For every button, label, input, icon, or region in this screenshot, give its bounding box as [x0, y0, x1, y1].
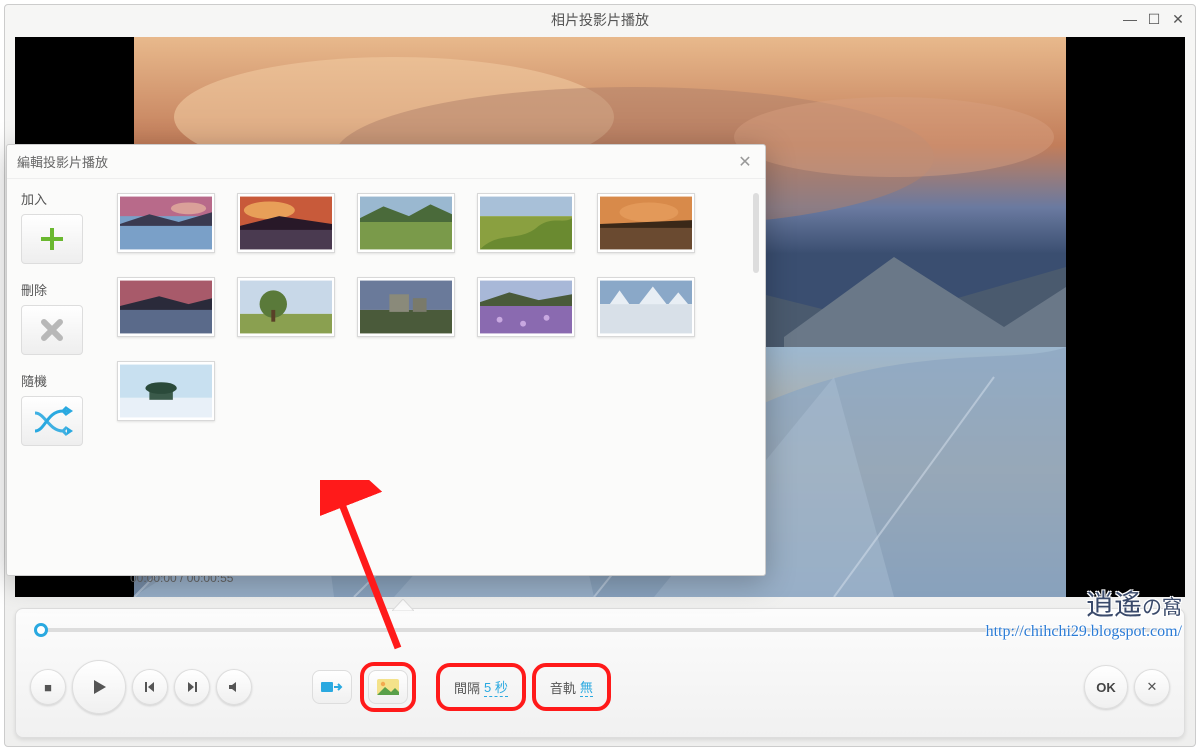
prev-button[interactable] — [132, 669, 168, 705]
highlight-interval: 間隔 5 秒 — [436, 663, 526, 711]
cancel-button[interactable]: ✕ — [1134, 669, 1170, 705]
minimize-button[interactable]: — — [1121, 10, 1139, 28]
ok-button[interactable]: OK — [1084, 665, 1128, 709]
stop-button[interactable]: ■ — [30, 669, 66, 705]
close-button[interactable]: ✕ — [1169, 10, 1187, 28]
interval-option[interactable]: 間隔 5 秒 — [444, 671, 518, 703]
highlight-edit — [360, 662, 416, 712]
export-button[interactable] — [312, 670, 352, 704]
shuffle-label: 隨機 — [21, 371, 107, 390]
add-button[interactable] — [21, 214, 83, 264]
audio-option[interactable]: 音軌 無 — [540, 671, 603, 703]
window-controls: — ☐ ✕ — [1121, 10, 1187, 28]
interval-value[interactable]: 5 秒 — [484, 677, 508, 697]
thumbnail[interactable] — [357, 277, 455, 337]
shuffle-button[interactable] — [21, 396, 83, 446]
thumbnail[interactable] — [597, 193, 695, 253]
playback-buttons: ■ — [30, 660, 252, 714]
thumbnail[interactable] — [357, 193, 455, 253]
audio-label: 音軌 — [550, 678, 576, 697]
delete-button[interactable] — [21, 305, 83, 355]
highlight-audio: 音軌 無 — [532, 663, 611, 711]
seek-thumb[interactable] — [34, 623, 48, 637]
dialog-title: 編輯投影片播放 — [17, 152, 108, 171]
next-button[interactable] — [174, 669, 210, 705]
seek-track — [36, 628, 1164, 632]
add-label: 加入 — [21, 189, 107, 208]
titlebar: 相片投影片播放 — ☐ ✕ — [5, 5, 1195, 35]
control-bar: 00:00:00 / 00:00:55 ■ — [15, 608, 1185, 738]
maximize-button[interactable]: ☐ — [1145, 10, 1163, 28]
volume-button[interactable] — [216, 669, 252, 705]
dialog-close-button[interactable]: ✕ — [735, 152, 755, 172]
thumbnail[interactable] — [237, 277, 335, 337]
audio-value[interactable]: 無 — [580, 677, 593, 697]
dialog-scrollbar[interactable] — [745, 179, 765, 575]
delete-label: 刪除 — [21, 280, 107, 299]
dialog-sidebar: 加入 刪除 隨機 — [7, 179, 107, 575]
thumbnail[interactable] — [117, 193, 215, 253]
thumbnail[interactable] — [237, 193, 335, 253]
seek-bar[interactable] — [30, 621, 1170, 639]
dialog-titlebar: 編輯投影片播放 ✕ — [7, 145, 765, 179]
edit-dialog: 編輯投影片播放 ✕ 加入 刪除 隨機 — [6, 144, 766, 576]
thumbnail[interactable] — [477, 193, 575, 253]
thumbnail[interactable] — [597, 277, 695, 337]
window-title: 相片投影片播放 — [551, 10, 649, 30]
thumbnail[interactable] — [117, 361, 215, 421]
interval-label: 間隔 — [454, 678, 480, 697]
scrollbar-thumb[interactable] — [753, 193, 759, 273]
thumbnail[interactable] — [477, 277, 575, 337]
thumbnail-grid — [107, 179, 745, 575]
edit-slideshow-button[interactable] — [368, 670, 408, 704]
play-button[interactable] — [72, 660, 126, 714]
thumbnail[interactable] — [117, 277, 215, 337]
